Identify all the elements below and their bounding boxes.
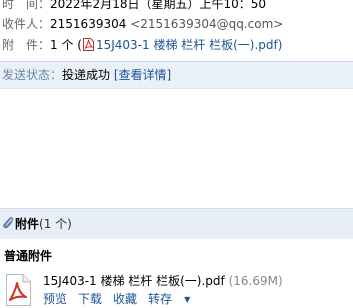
recipient-label: 收件人： (2, 17, 51, 31)
recipient-email: <2151639304@qq.com> (130, 17, 284, 31)
pdf-file-icon (82, 38, 94, 51)
recipient-name[interactable]: 2151639304 (50, 17, 126, 31)
attachment-close-paren: ) (277, 38, 283, 52)
attachment-label: 附 件： (2, 38, 51, 52)
time-value: 2022年2月18日（星期五）上午10：50 (50, 0, 266, 11)
time-row: 时 间：2022年2月18日（星期五）上午10：50 (2, 0, 266, 12)
attachments-count: (1 个) (39, 217, 72, 231)
file-size: (16.69M) (228, 274, 283, 288)
file-actions: 预览 下载 收藏 转存 ▼ (43, 291, 212, 308)
send-status-label: 发送状态： (2, 68, 63, 82)
preview-link[interactable]: 预览 (43, 292, 67, 306)
recipient-row: 收件人：2151639304 <2151639304@qq.com> (2, 16, 283, 32)
normal-attachments-title: 普通附件 (4, 249, 53, 263)
attachments-title: 附件 (15, 217, 40, 231)
attachments-header: 附件(1 个) (0, 208, 353, 239)
file-row: 15J403-1 楼梯 栏杆 栏板(一).pdf (16.69M) (43, 273, 283, 289)
attachment-file-link[interactable]: 15J403-1 楼梯 栏杆 栏板(一).pdf (96, 38, 278, 52)
chevron-down-icon: ▼ (184, 295, 191, 304)
send-status-value: 投递成功 (62, 68, 111, 82)
attachment-row: 附 件：1 个 ( 15J403-1 楼梯 栏杆 栏板(一).pdf) (2, 37, 282, 53)
time-label: 时 间： (2, 0, 51, 11)
download-link[interactable]: 下载 (78, 292, 102, 306)
pdf-file-icon-large[interactable] (3, 274, 33, 306)
send-status-bar: 发送状态：投递成功 [查看详情] (0, 61, 353, 89)
file-name: 15J403-1 楼梯 栏杆 栏板(一).pdf (43, 274, 225, 288)
forward-label: 转存 (148, 292, 173, 306)
paperclip-icon (3, 217, 14, 229)
forward-link[interactable]: 转存 ▼ (148, 292, 201, 306)
attachment-count: 1 个 ( (50, 38, 82, 52)
favorite-link[interactable]: 收藏 (113, 292, 137, 306)
view-details-link[interactable]: [查看详情] (114, 68, 171, 82)
